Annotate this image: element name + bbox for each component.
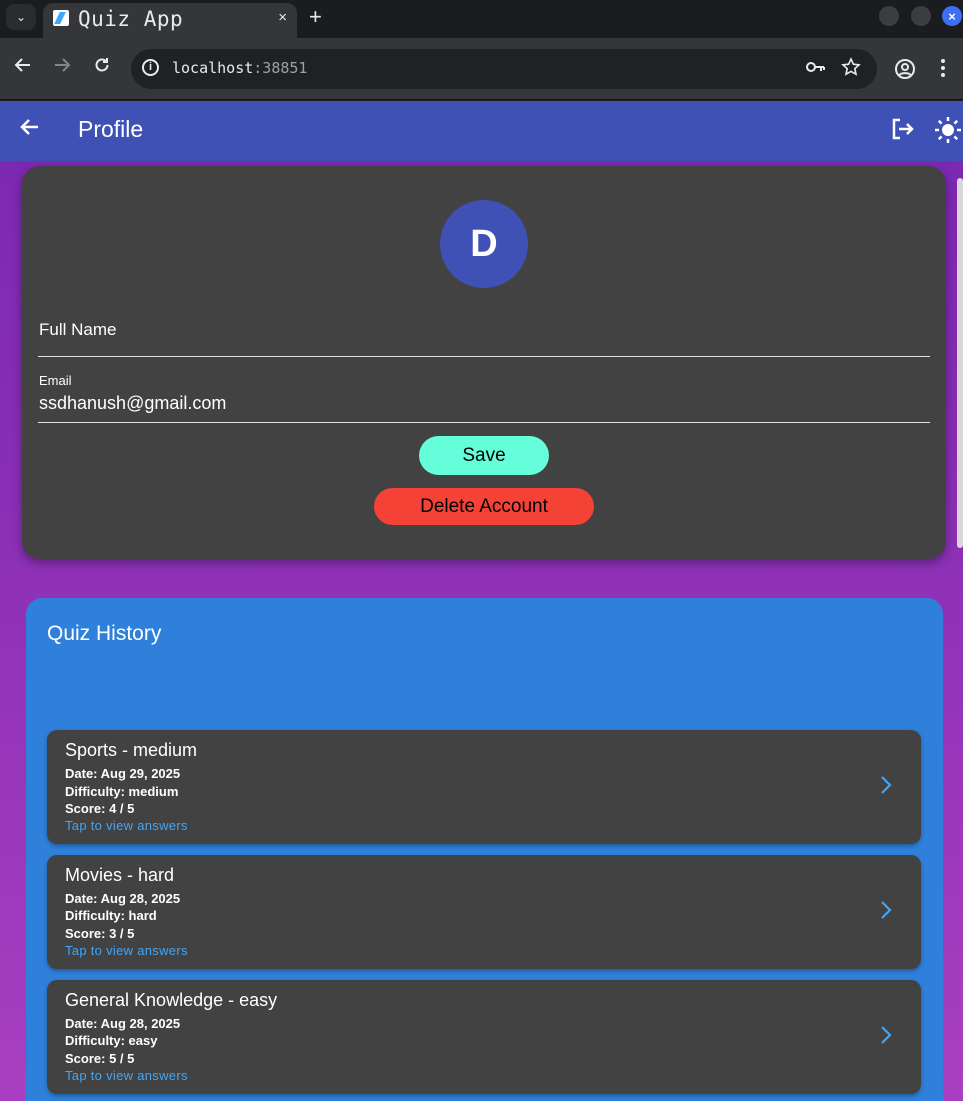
page-title: Profile bbox=[78, 116, 144, 142]
delete-account-button[interactable]: Delete Account bbox=[374, 488, 594, 525]
back-arrow-icon[interactable] bbox=[18, 115, 42, 146]
quiz-item-title: Movies - hard bbox=[65, 865, 175, 885]
view-answers-link[interactable]: Tap to view answers bbox=[65, 943, 188, 958]
tab-close-icon[interactable]: × bbox=[278, 9, 287, 26]
window-maximize-button[interactable] bbox=[911, 6, 931, 26]
browser-tab-strip: ⌄ Quiz App × + × bbox=[0, 0, 963, 39]
chevron-right-icon[interactable] bbox=[879, 899, 893, 921]
address-bar[interactable]: i localhost:38851 bbox=[131, 49, 877, 89]
browser-menu-icon[interactable] bbox=[940, 58, 946, 84]
chevron-right-icon[interactable] bbox=[879, 1024, 893, 1046]
window-minimize-button[interactable] bbox=[879, 6, 899, 26]
quiz-item-date: Date: Aug 28, 2025 bbox=[65, 1016, 181, 1031]
reload-icon[interactable] bbox=[93, 56, 111, 80]
chevron-right-icon[interactable] bbox=[879, 774, 893, 796]
password-key-icon[interactable] bbox=[805, 59, 825, 80]
quiz-history-title: Quiz History bbox=[47, 622, 162, 645]
browser-tab[interactable]: Quiz App × bbox=[43, 3, 297, 39]
app-viewport: Profile D Full Name Email ssdhanush@gmai… bbox=[0, 101, 963, 1101]
email-label: Email bbox=[39, 373, 72, 388]
bookmark-star-icon[interactable] bbox=[841, 57, 861, 82]
forward-arrow-icon[interactable] bbox=[53, 56, 71, 80]
quiz-item-title: Sports - medium bbox=[65, 740, 198, 760]
tab-title: Quiz App bbox=[78, 7, 184, 31]
back-arrow-icon[interactable] bbox=[14, 56, 32, 80]
quiz-item-score: Score: 5 / 5 bbox=[65, 1051, 135, 1066]
theme-toggle-sun-icon[interactable] bbox=[934, 116, 962, 144]
profile-card: D Full Name Email ssdhanush@gmail.com Sa… bbox=[22, 166, 946, 559]
view-answers-link[interactable]: Tap to view answers bbox=[65, 818, 188, 833]
view-answers-link[interactable]: Tap to view answers bbox=[65, 1068, 188, 1083]
browser-toolbar: i localhost:38851 bbox=[0, 38, 963, 100]
quiz-item-date: Date: Aug 29, 2025 bbox=[65, 766, 181, 781]
page-scrollbar[interactable] bbox=[957, 178, 963, 548]
quiz-item-date: Date: Aug 28, 2025 bbox=[65, 891, 181, 906]
tab-search-chevron-icon[interactable]: ⌄ bbox=[6, 4, 36, 30]
quiz-item-score: Score: 3 / 5 bbox=[65, 926, 135, 941]
quiz-item-score: Score: 4 / 5 bbox=[65, 801, 135, 816]
flutter-favicon-icon bbox=[53, 10, 69, 26]
quiz-history-item[interactable]: General Knowledge - easy Date: Aug 28, 2… bbox=[47, 980, 921, 1094]
url-text: localhost:38851 bbox=[172, 59, 308, 77]
quiz-item-title: General Knowledge - easy bbox=[65, 990, 278, 1010]
app-bar: Profile bbox=[0, 101, 963, 161]
email-underline bbox=[38, 422, 930, 423]
quiz-item-difficulty: Difficulty: medium bbox=[65, 784, 179, 799]
save-button[interactable]: Save bbox=[419, 436, 549, 475]
full-name-underline bbox=[38, 356, 930, 357]
quiz-item-difficulty: Difficulty: hard bbox=[65, 908, 157, 923]
site-info-icon[interactable]: i bbox=[142, 59, 159, 76]
quiz-history-item[interactable]: Sports - medium Date: Aug 29, 2025 Diffi… bbox=[47, 730, 921, 844]
new-tab-button[interactable]: + bbox=[309, 4, 322, 30]
quiz-item-difficulty: Difficulty: easy bbox=[65, 1033, 158, 1048]
logout-icon[interactable] bbox=[890, 117, 914, 141]
email-field[interactable]: ssdhanush@gmail.com bbox=[39, 393, 226, 414]
full-name-field[interactable] bbox=[38, 311, 930, 356]
quiz-history-card: Quiz History Sports - medium Date: Aug 2… bbox=[26, 598, 943, 1101]
quiz-history-item[interactable]: Movies - hard Date: Aug 28, 2025 Difficu… bbox=[47, 855, 921, 969]
window-close-button[interactable]: × bbox=[942, 6, 962, 26]
avatar: D bbox=[440, 200, 528, 288]
profile-account-icon[interactable] bbox=[894, 58, 916, 86]
